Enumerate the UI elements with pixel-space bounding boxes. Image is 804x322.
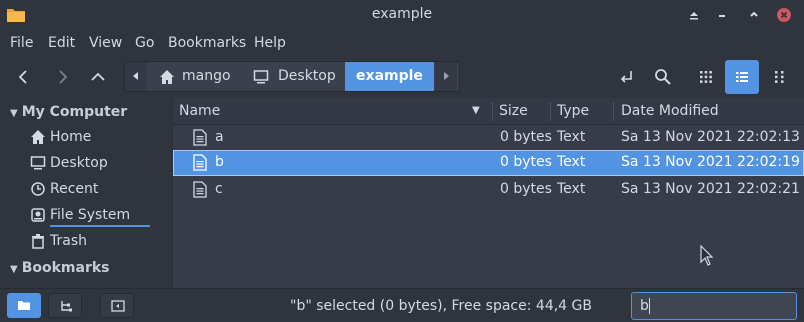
back-icon[interactable] (12, 65, 36, 89)
column-separator[interactable] (492, 102, 493, 121)
chevron-down-icon: ▼ (10, 264, 18, 275)
sidebar-item-home[interactable]: Home (30, 127, 170, 149)
mouse-cursor-icon (700, 245, 714, 266)
compact-view-icon[interactable] (768, 65, 792, 89)
path-scroll-left-button[interactable] (125, 62, 147, 91)
sidebar-item-file-system[interactable]: File System (30, 205, 170, 227)
breadcrumb: mango Desktop example (124, 61, 460, 92)
tree-icon (61, 301, 72, 312)
close-icon[interactable] (776, 7, 792, 23)
home-icon (31, 130, 45, 144)
file-date: Sa 13 Nov 2021 22:02:21 CET (621, 181, 804, 197)
status-text: "b" selected (0 bytes), Free space: 44,4… (290, 298, 592, 314)
places-toggle-button[interactable] (7, 293, 41, 318)
maximize-icon[interactable] (746, 7, 762, 23)
chevron-down-icon: ▼ (10, 108, 18, 119)
column-type-header[interactable]: Type (557, 103, 589, 119)
list-view-button[interactable] (725, 60, 759, 94)
file-size: 0 bytes (500, 181, 552, 197)
recent-icon (31, 182, 45, 196)
menu-help[interactable]: Help (254, 35, 286, 51)
window-title: example (371, 6, 433, 22)
file-date: Sa 13 Nov 2021 22:02:13 CET (621, 129, 804, 145)
menu-go[interactable]: Go (135, 35, 154, 51)
desktop-icon (253, 70, 269, 84)
drive-icon (31, 208, 45, 222)
sidebar-item-recent[interactable]: Recent (30, 179, 170, 201)
column-date-header[interactable]: Date Modified (621, 103, 719, 119)
folder-icon (18, 301, 30, 310)
file-row-b[interactable]: b 0 bytes Text Sa 13 Nov 2021 22:02:19 C… (173, 150, 804, 176)
up-icon[interactable] (86, 65, 110, 89)
crumb-label: Desktop (278, 68, 336, 84)
text-file-icon (193, 181, 207, 198)
crumb-label: mango (182, 68, 231, 84)
file-row-a[interactable]: a 0 bytes Text Sa 13 Nov 2021 22:02:13 C… (173, 125, 804, 151)
file-type: Text (557, 129, 586, 145)
sidebar-collapse-icon (111, 300, 125, 312)
file-size: 0 bytes (500, 154, 552, 170)
crumb-home[interactable]: mango (157, 62, 253, 91)
search-icon[interactable] (651, 65, 675, 89)
list-view-icon (736, 72, 748, 82)
menu-edit[interactable]: Edit (48, 35, 75, 51)
status-bar: "b" selected (0 bytes), Free space: 44,4… (0, 288, 804, 322)
column-header: Name ▼ Size Type Date Modified (173, 98, 804, 125)
sidebar: ▼ My Computer Home Desktop Recent File Sy… (0, 98, 172, 288)
file-name: a (215, 129, 224, 145)
sidebar-section-bookmarks[interactable]: ▼ Bookmarks (10, 260, 110, 276)
minimize-icon[interactable] (714, 7, 730, 23)
path-scroll-right-button[interactable] (435, 62, 457, 91)
menu-bookmarks[interactable]: Bookmarks (168, 35, 246, 51)
shade-icon[interactable] (686, 7, 702, 23)
desktop-icon (30, 156, 46, 170)
usage-bar (50, 225, 150, 227)
sidebar-item-trash[interactable]: Trash (30, 231, 170, 253)
column-separator[interactable] (550, 102, 551, 121)
text-file-icon (193, 154, 207, 171)
open-terminal-icon[interactable] (614, 65, 638, 89)
file-type: Text (557, 181, 586, 197)
file-size: 0 bytes (500, 129, 552, 145)
menu-view[interactable]: View (89, 35, 122, 51)
text-caret (649, 298, 650, 314)
sidebar-section-my-computer[interactable]: ▼ My Computer (10, 104, 127, 120)
crumb-current[interactable]: example (345, 62, 434, 91)
trash-icon (32, 234, 44, 249)
hide-sidebar-button[interactable] (100, 293, 134, 318)
triangle-left-icon (133, 72, 138, 80)
sidebar-item-desktop[interactable]: Desktop (30, 153, 170, 175)
title-bar: example (0, 0, 804, 30)
icon-view-icon[interactable] (694, 65, 718, 89)
file-name: c (215, 181, 223, 197)
menu-bar: File Edit View Go Bookmarks Help (0, 30, 804, 56)
text-file-icon (193, 129, 207, 146)
filter-input[interactable] (631, 292, 797, 320)
column-separator[interactable] (613, 102, 614, 121)
menu-file[interactable]: File (10, 35, 33, 51)
column-name-header[interactable]: Name (179, 103, 220, 119)
file-type: Text (557, 154, 586, 170)
tree-toggle-button[interactable] (48, 293, 82, 318)
crumb-desktop[interactable]: Desktop (251, 62, 345, 91)
forward-icon[interactable] (50, 65, 74, 89)
column-size-header[interactable]: Size (499, 103, 528, 119)
triangle-right-icon (444, 72, 449, 80)
sort-descending-icon: ▼ (472, 105, 480, 116)
file-name: b (215, 154, 224, 170)
home-icon (160, 70, 174, 84)
file-row-c[interactable]: c 0 bytes Text Sa 13 Nov 2021 22:02:21 C… (173, 177, 804, 203)
file-date: Sa 13 Nov 2021 22:02:19 CET (621, 154, 804, 170)
